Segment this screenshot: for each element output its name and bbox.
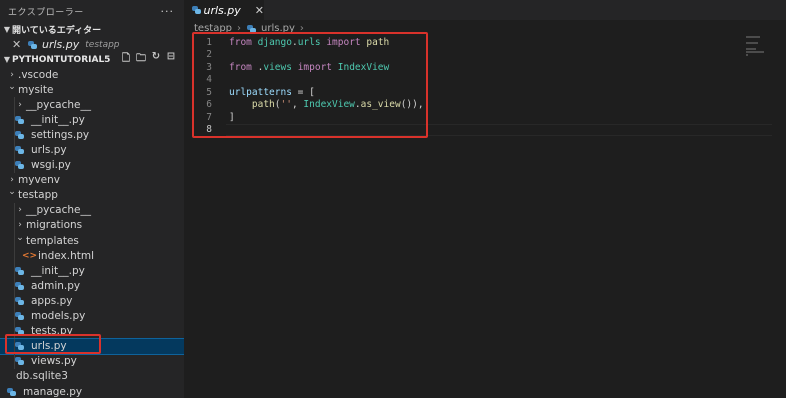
open-editor-filename: urls.py bbox=[42, 38, 80, 51]
python-file-icon bbox=[14, 281, 26, 291]
minimap[interactable] bbox=[746, 36, 768, 57]
tree-file[interactable]: models.py bbox=[0, 308, 184, 324]
tree-folder[interactable]: ⌄ testapp bbox=[0, 187, 184, 203]
collapse-all-icon[interactable]: ⊟ bbox=[166, 51, 176, 68]
tree-item-label: db.sqlite3 bbox=[16, 370, 68, 383]
chevron-right-icon: › bbox=[10, 69, 14, 80]
python-file-icon bbox=[14, 311, 26, 321]
html-file-icon: <> bbox=[22, 250, 38, 261]
tree-file[interactable]: db.sqlite3 bbox=[0, 369, 184, 384]
tree-item-label: testapp bbox=[18, 189, 58, 202]
python-file-icon bbox=[191, 5, 201, 15]
chevron-down-icon: ▼ bbox=[3, 25, 11, 34]
close-icon[interactable]: ✕ bbox=[12, 38, 27, 51]
tree-file[interactable]: __init__.py bbox=[0, 112, 184, 128]
tree-folder[interactable]: › __pycache__ bbox=[0, 97, 184, 113]
open-editor-dir: testapp bbox=[85, 39, 120, 50]
python-file-icon bbox=[14, 266, 26, 276]
tree-item-label: templates bbox=[26, 234, 79, 247]
refresh-icon[interactable]: ↻ bbox=[151, 51, 161, 68]
tree-file[interactable]: urls.py bbox=[0, 142, 184, 158]
tree-item-label: __pycache__ bbox=[26, 98, 91, 111]
tree-folder[interactable]: › migrations bbox=[0, 217, 184, 234]
close-icon[interactable]: ✕ bbox=[255, 4, 264, 17]
python-file-icon bbox=[14, 145, 26, 155]
python-file-icon bbox=[14, 160, 26, 170]
tab-urls-py[interactable]: urls.py ✕ bbox=[184, 0, 264, 20]
tree-folder[interactable]: ⌄ templates bbox=[0, 232, 184, 249]
tree-item-label: views.py bbox=[31, 355, 77, 368]
explorer-title: エクスプローラー bbox=[8, 7, 84, 18]
tree-item-label: __init__.py bbox=[31, 113, 85, 126]
python-file-icon bbox=[14, 356, 26, 366]
chevron-down-icon: ⌄ bbox=[8, 187, 16, 198]
explorer-header: エクスプローラー ··· bbox=[0, 0, 184, 22]
indent-guide bbox=[14, 202, 15, 218]
tree-item-label: migrations bbox=[26, 219, 83, 232]
chevron-right-icon: › bbox=[18, 205, 22, 216]
python-file-icon bbox=[6, 387, 18, 397]
tree-item-label: urls.py bbox=[31, 144, 67, 157]
code-highlight-box bbox=[192, 32, 428, 138]
chevron-down-icon: ⌄ bbox=[16, 232, 24, 243]
chevron-right-icon: › bbox=[10, 175, 14, 186]
project-label: PYTHONTUTORIAL5 bbox=[12, 54, 111, 65]
tab-label: urls.py bbox=[203, 3, 241, 17]
open-editor-item[interactable]: ✕ urls.py testapp bbox=[0, 37, 184, 52]
tree-item-label: __init__.py bbox=[31, 264, 85, 277]
tree-item-label: index.html bbox=[38, 249, 94, 262]
chevron-right-icon: › bbox=[18, 99, 22, 110]
python-file-icon bbox=[14, 130, 26, 140]
open-editors-label: 開いているエディター bbox=[12, 26, 102, 36]
file-highlight-box bbox=[5, 334, 101, 354]
tree-folder[interactable]: ⌄ mysite bbox=[0, 82, 184, 97]
indent-guide bbox=[14, 248, 15, 264]
tree-item-label: wsgi.py bbox=[31, 159, 71, 172]
tree-folder[interactable]: › __pycache__ bbox=[0, 202, 184, 218]
tab-bar: urls.py ✕ bbox=[184, 0, 786, 20]
tree-item-label: myvenv bbox=[18, 174, 60, 187]
more-actions-icon[interactable]: ··· bbox=[161, 5, 175, 18]
python-file-icon bbox=[14, 115, 26, 125]
tree-file[interactable]: apps.py bbox=[0, 293, 184, 309]
explorer-toolbar: 🗋 🗀 ↻ ⊟ bbox=[121, 51, 176, 68]
tree-file[interactable]: manage.py bbox=[0, 384, 184, 398]
python-file-icon bbox=[27, 40, 39, 50]
chevron-down-icon: ▼ bbox=[3, 55, 11, 64]
tree-folder[interactable]: › myvenv bbox=[0, 173, 184, 188]
tree-item-label: manage.py bbox=[23, 385, 83, 398]
tree-item-label: admin.py bbox=[31, 279, 81, 292]
tree-file[interactable]: __init__.py bbox=[0, 263, 184, 279]
new-file-icon[interactable]: 🗋 bbox=[121, 51, 131, 68]
chevron-right-icon: › bbox=[18, 220, 22, 231]
indent-guide bbox=[14, 97, 15, 113]
vscode-window: エクスプローラー ··· ▼ 開いているエディター ✕ urls.py test… bbox=[0, 0, 786, 398]
tree-item-label: .vscode bbox=[18, 68, 59, 81]
new-folder-icon[interactable]: 🗀 bbox=[136, 51, 146, 68]
tree-item-label: settings.py bbox=[31, 128, 90, 141]
open-editors-section[interactable]: ▼ 開いているエディター bbox=[0, 22, 184, 37]
tree-item-label: models.py bbox=[31, 310, 86, 323]
tree-file[interactable]: wsgi.py bbox=[0, 157, 184, 173]
tree-file[interactable]: <> index.html bbox=[0, 248, 184, 264]
tree-item-label: mysite bbox=[18, 83, 54, 96]
tree-file[interactable]: settings.py bbox=[0, 127, 184, 143]
tree-item-label: __pycache__ bbox=[26, 204, 91, 217]
tree-file[interactable]: views.py bbox=[0, 353, 184, 369]
tree-item-label: apps.py bbox=[31, 294, 73, 307]
project-section[interactable]: ▼ PYTHONTUTORIAL5 🗋 🗀 ↻ ⊟ bbox=[0, 51, 184, 68]
chevron-down-icon: ⌄ bbox=[8, 81, 16, 92]
tree-folder[interactable]: › .vscode bbox=[0, 67, 184, 82]
tree-file[interactable]: admin.py bbox=[0, 278, 184, 294]
indent-guide bbox=[14, 217, 15, 234]
python-file-icon bbox=[14, 296, 26, 306]
